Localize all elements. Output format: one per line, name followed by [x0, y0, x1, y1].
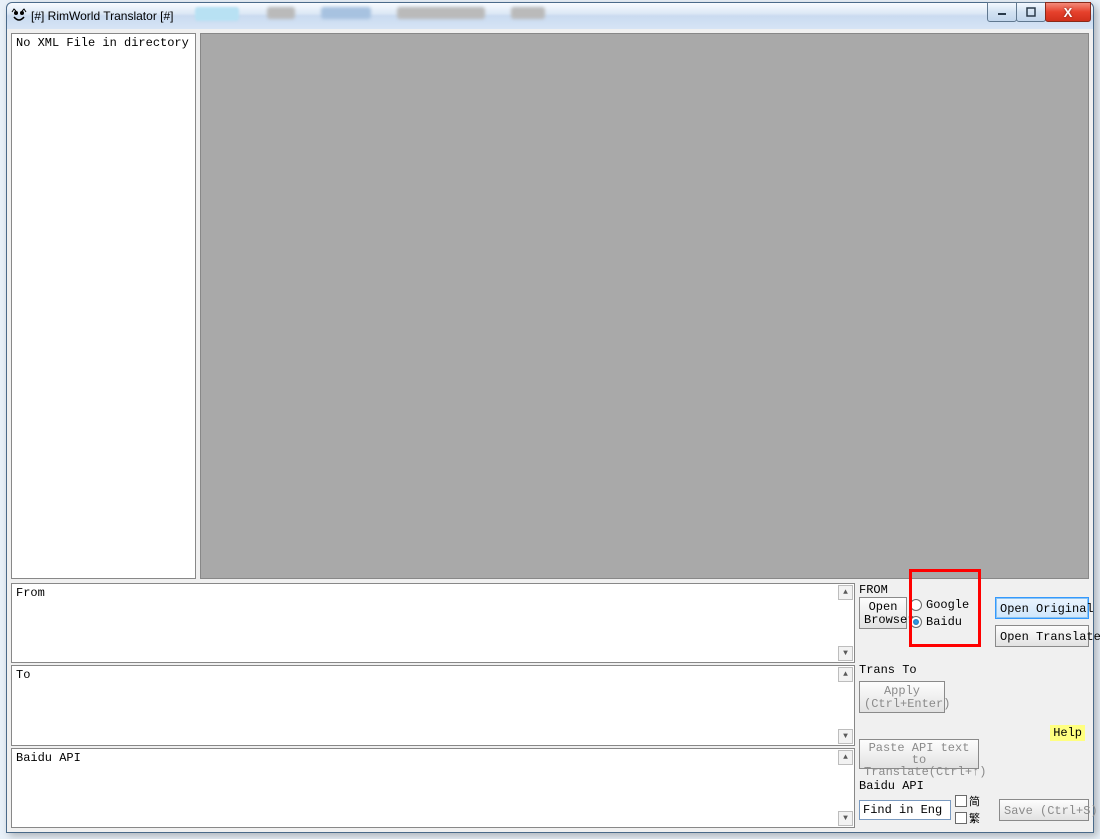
scroll-down-icon[interactable]: ▼ [838, 646, 853, 661]
window-controls: X [988, 2, 1091, 22]
radio-icon [910, 616, 922, 628]
titlebar[interactable]: [#] RimWorld Translator [#] X [7, 3, 1093, 29]
checkbox-fan[interactable]: 繁 [955, 810, 980, 826]
right-column: FROM Open Browser Google [857, 583, 1089, 828]
radio-baidu-label: Baidu [926, 615, 962, 629]
scroll-down-icon[interactable]: ▼ [838, 729, 853, 744]
top-row: No XML File in directory [11, 33, 1089, 579]
baidu-api-section-label: Baidu API [859, 779, 1089, 793]
from-section-label: FROM [859, 583, 1089, 597]
open-original-button[interactable]: Open Original [995, 597, 1089, 619]
scroll-up-icon[interactable]: ▲ [838, 750, 853, 765]
paste-api-button[interactable]: Paste API text to Translate(Ctrl+↑) [859, 739, 979, 769]
scroll-up-icon[interactable]: ▲ [838, 667, 853, 682]
help-button[interactable]: Help [1050, 725, 1085, 741]
client-area: No XML File in directory From ▲ ▼ To ▲ ▼… [7, 29, 1093, 832]
baidu-api-text-panel[interactable]: Baidu API ▲ ▼ [11, 748, 855, 828]
minimize-button[interactable] [987, 2, 1017, 22]
save-button[interactable]: Save (Ctrl+S) [999, 799, 1089, 821]
radio-google-label: Google [926, 598, 969, 612]
checkbox-icon [955, 795, 967, 807]
jian-label: 简 [969, 793, 980, 809]
app-icon [11, 8, 27, 24]
bottom-row: From ▲ ▼ To ▲ ▼ Baidu API ▲ ▼ FROM [11, 583, 1089, 828]
blur-decor [267, 7, 545, 21]
main-view-panel[interactable] [200, 33, 1089, 579]
window-title: [#] RimWorld Translator [#] [31, 9, 174, 23]
checkbox-jian[interactable]: 简 [955, 793, 980, 809]
baidu-api-label: Baidu API [16, 751, 81, 765]
apply-button[interactable]: Apply (Ctrl+Enter) [859, 681, 945, 713]
app-window: [#] RimWorld Translator [#] X No XML Fil… [6, 2, 1094, 833]
scroll-down-icon[interactable]: ▼ [838, 811, 853, 826]
scroll-up-icon[interactable]: ▲ [838, 585, 853, 600]
from-text-panel[interactable]: From ▲ ▼ [11, 583, 855, 663]
open-browser-button[interactable]: Open Browser [859, 597, 907, 629]
radio-baidu[interactable]: Baidu [910, 615, 969, 629]
close-button[interactable]: X [1045, 2, 1091, 22]
file-list-message: No XML File in directory [16, 36, 189, 50]
maximize-button[interactable] [1016, 2, 1046, 22]
radio-google[interactable]: Google [910, 598, 969, 612]
to-label: To [16, 668, 30, 682]
radio-icon [910, 599, 922, 611]
checkbox-icon [955, 812, 967, 824]
trans-to-label: Trans To [859, 663, 1089, 677]
from-label: From [16, 586, 45, 600]
blur-decor [195, 7, 239, 21]
file-list-panel[interactable]: No XML File in directory [11, 33, 196, 579]
find-in-eng-input[interactable] [859, 800, 951, 820]
text-column: From ▲ ▼ To ▲ ▼ Baidu API ▲ ▼ [11, 583, 855, 828]
to-text-panel[interactable]: To ▲ ▼ [11, 665, 855, 745]
open-translated-button[interactable]: Open Translated [995, 625, 1089, 647]
fan-label: 繁 [969, 810, 980, 826]
